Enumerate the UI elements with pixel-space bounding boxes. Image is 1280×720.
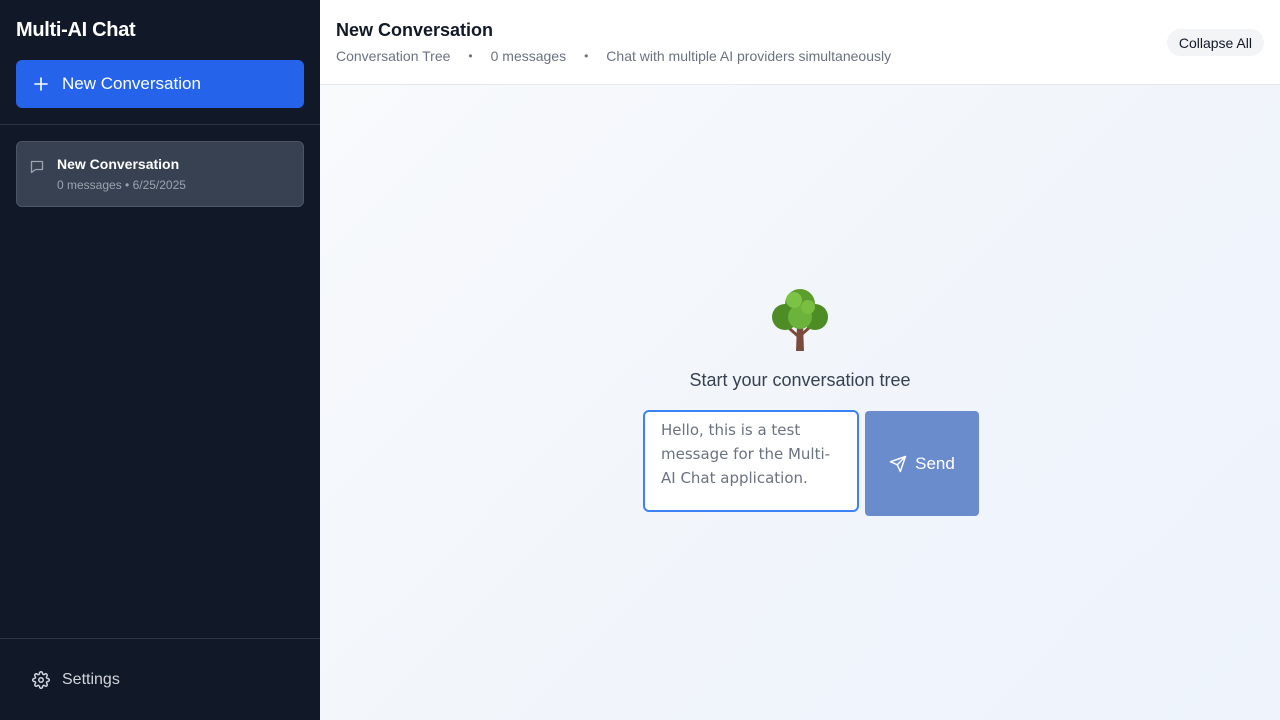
settings-button[interactable]: Settings	[32, 671, 120, 689]
conversation-meta: 0 messages • 6/25/2025	[57, 178, 186, 192]
conversation-title: New Conversation	[57, 156, 180, 172]
header-subtitle: Conversation Tree • 0 messages • Chat wi…	[336, 48, 1264, 64]
empty-state-text: Start your conversation tree	[689, 370, 911, 390]
new-conversation-button[interactable]: New Conversation	[16, 60, 304, 108]
sidebar-footer: Settings	[0, 638, 320, 720]
sidebar: Multi-AI Chat New Conversation New Conve…	[0, 0, 320, 720]
separator-dot: •	[584, 49, 589, 63]
header: New Conversation Conversation Tree • 0 m…	[320, 0, 1280, 85]
tree-icon	[768, 287, 832, 353]
message-input[interactable]: Hello, this is a test message for the Mu…	[643, 410, 859, 512]
conversation-canvas: Start your conversation tree Hello, this…	[320, 85, 1280, 720]
message-count: 0 messages	[490, 48, 567, 64]
collapse-all-button[interactable]: Collapse All	[1166, 29, 1264, 56]
page-title: New Conversation	[336, 20, 494, 40]
new-conversation-label: New Conversation	[62, 74, 201, 93]
message-composer: Hello, this is a test message for the Mu…	[643, 410, 979, 516]
main-panel: New Conversation Conversation Tree • 0 m…	[320, 0, 1280, 720]
empty-state: Start your conversation tree Hello, this…	[320, 287, 1280, 516]
separator-dot: •	[468, 49, 473, 63]
settings-label: Settings	[62, 670, 120, 688]
send-icon	[889, 455, 907, 473]
app-title: Multi-AI Chat	[16, 19, 136, 41]
plus-icon	[34, 77, 48, 91]
conversation-list: New Conversation 0 messages • 6/25/2025	[0, 125, 320, 223]
header-description: Chat with multiple AI providers simultan…	[606, 48, 892, 64]
conversation-item[interactable]: New Conversation 0 messages • 6/25/2025	[16, 141, 304, 207]
send-label: Send	[915, 453, 955, 473]
gear-icon	[32, 670, 50, 689]
send-button[interactable]: Send	[865, 411, 979, 516]
sidebar-header: Multi-AI Chat New Conversation	[0, 0, 320, 125]
chat-bubble-icon	[29, 159, 45, 175]
view-label: Conversation Tree	[336, 48, 451, 64]
